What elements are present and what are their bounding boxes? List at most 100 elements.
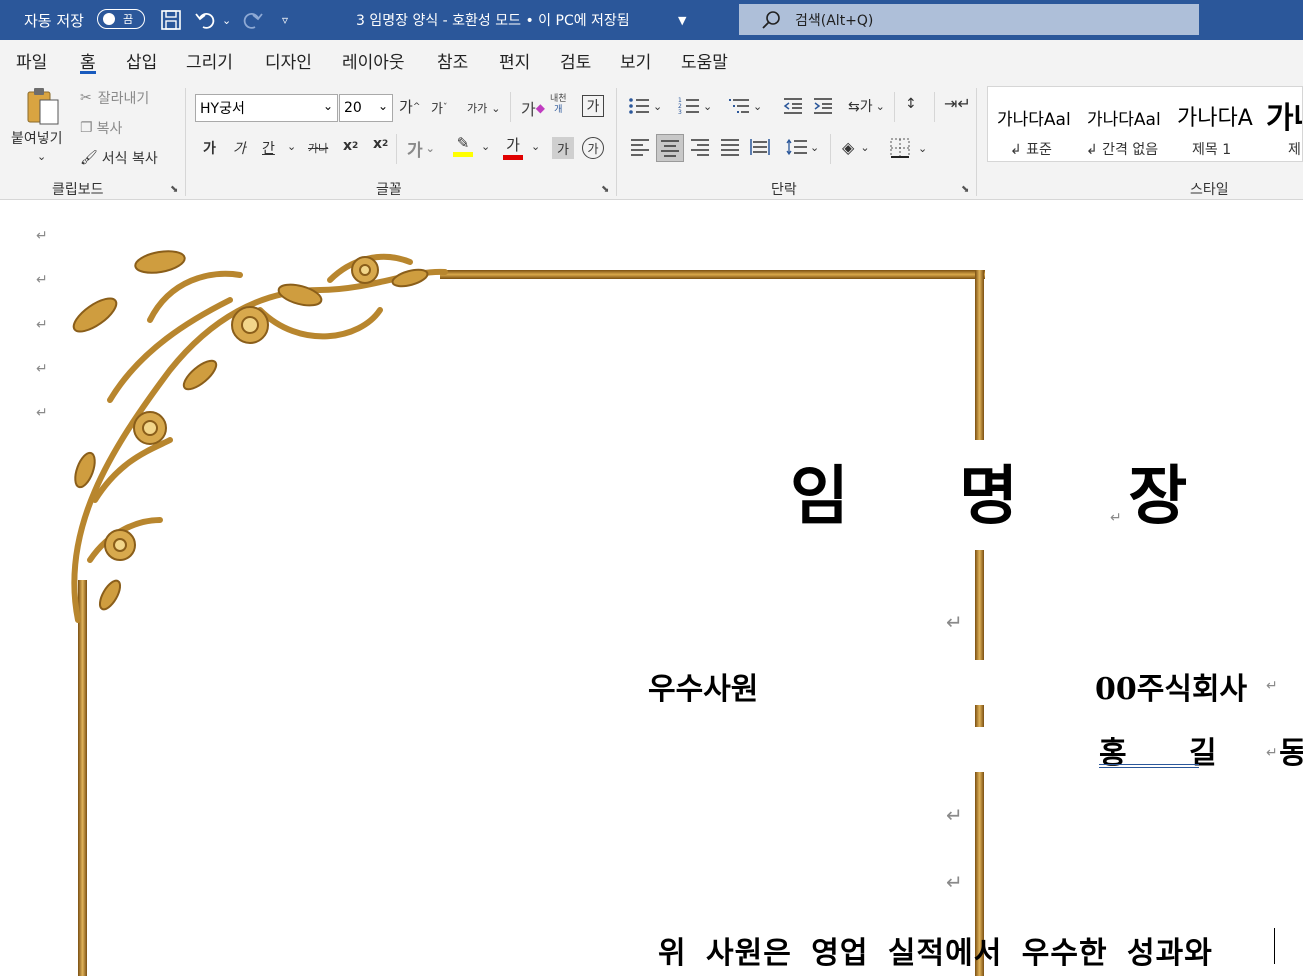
style-no-spacing[interactable]: 가나다Aal ↲ 간격 없음 bbox=[1078, 87, 1168, 161]
paragraph-mark-icon: ↵ bbox=[946, 803, 963, 827]
decrease-indent-icon[interactable] bbox=[782, 96, 804, 116]
proofing-underline bbox=[1099, 764, 1199, 765]
paragraph-mark-icon: ↵ bbox=[946, 870, 963, 894]
paste-button[interactable]: 붙여넣기 bbox=[11, 128, 63, 148]
chevron-down-icon: ⌄ bbox=[703, 99, 713, 113]
strikethrough-button[interactable]: 가나 bbox=[308, 140, 328, 156]
redo-icon[interactable] bbox=[240, 0, 264, 40]
format-painter-button[interactable]: 🖌 서식 복사 bbox=[80, 148, 158, 168]
tab-layout[interactable]: 레이아웃 bbox=[342, 48, 405, 74]
styles-gallery: 가나다Aal ↲ 표준 가나다Aal ↲ 간격 없음 가나다A 제목 1 가나 … bbox=[987, 86, 1303, 162]
tab-help[interactable]: 도움말 bbox=[681, 48, 728, 74]
text-cursor bbox=[1274, 928, 1275, 964]
undo-dropdown-icon[interactable]: ⌄ bbox=[222, 0, 231, 40]
paste-dropdown-icon[interactable]: ⌄ bbox=[37, 150, 46, 163]
grow-font-button[interactable]: 가 ^ bbox=[399, 96, 420, 117]
character-border-button[interactable]: 가 bbox=[582, 95, 604, 117]
tab-draw[interactable]: 그리기 bbox=[186, 48, 233, 74]
asian-layout-button[interactable]: ⇆가 ⌄ bbox=[848, 96, 885, 116]
undo-icon[interactable] bbox=[194, 0, 218, 40]
subscript-button[interactable]: x2 bbox=[343, 138, 358, 154]
document-title: 3 임명장 양식 - 호환성 모드 • 이 PC에 저장됨 bbox=[356, 13, 630, 29]
font-color-dropdown-icon[interactable]: ⌄ bbox=[531, 140, 540, 153]
separator bbox=[976, 88, 977, 196]
search-placeholder: 검색(Alt+Q) bbox=[795, 12, 874, 29]
show-paragraph-marks-icon[interactable]: ⇥↵ bbox=[944, 94, 971, 113]
align-left-icon[interactable] bbox=[630, 138, 650, 156]
eraser-icon: ◆ bbox=[535, 101, 545, 115]
chevron-down-icon: ⌄ bbox=[810, 140, 820, 154]
svg-text:3: 3 bbox=[678, 109, 682, 116]
paste-icon[interactable] bbox=[22, 86, 62, 128]
title-dropdown-icon[interactable]: ▼ bbox=[678, 0, 686, 40]
copy-button[interactable]: ❐ 복사 bbox=[80, 118, 122, 138]
paintbrush-icon: 🖌 bbox=[80, 150, 98, 166]
proofing-underline bbox=[1099, 767, 1199, 768]
enclose-characters-button[interactable]: 가 bbox=[582, 137, 604, 159]
character-shading-button[interactable]: 가 bbox=[552, 137, 574, 159]
line-spacing-button[interactable]: ⌄ bbox=[786, 138, 819, 156]
shading-button[interactable]: ◈ ⌄ bbox=[842, 138, 870, 157]
tab-references[interactable]: 참조 bbox=[437, 48, 468, 74]
tab-design[interactable]: 디자인 bbox=[265, 48, 312, 74]
bullets-button[interactable]: ⌄ bbox=[628, 96, 662, 116]
superscript-button[interactable]: x2 bbox=[373, 136, 388, 152]
underline-button[interactable]: 간 bbox=[262, 138, 275, 158]
style-heading-1[interactable]: 가나다A 제목 1 bbox=[1168, 87, 1258, 161]
search-icon bbox=[761, 10, 781, 30]
font-size-select[interactable]: 20 ⌄ bbox=[339, 94, 393, 122]
bold-button[interactable]: 가 bbox=[203, 138, 216, 158]
style-normal[interactable]: 가나다Aal ↲ 표준 bbox=[988, 87, 1078, 161]
justify-icon[interactable] bbox=[720, 138, 740, 156]
align-right-icon[interactable] bbox=[690, 138, 710, 156]
customize-toolbar-icon[interactable]: ▿ bbox=[282, 0, 288, 40]
highlight-dropdown-icon[interactable]: ⌄ bbox=[481, 140, 490, 153]
highlight-button[interactable]: ✎ bbox=[453, 134, 473, 157]
font-name-select[interactable]: HY궁서 ⌄ bbox=[195, 94, 338, 122]
font-color-button[interactable]: 가 bbox=[503, 134, 523, 160]
search-box[interactable]: 검색(Alt+Q) bbox=[739, 4, 1199, 35]
separator bbox=[185, 88, 186, 196]
align-center-icon[interactable] bbox=[656, 134, 684, 162]
sort-icon[interactable]: ↕ bbox=[905, 96, 917, 112]
chevron-down-icon: ⌄ bbox=[491, 101, 501, 115]
paragraph-mark-icon: ↵ bbox=[1266, 745, 1278, 761]
title-bar: 자동 저장 끔 ⌄ ▿ 3 임명장 양식 - 호환성 모드 • 이 PC에 저장… bbox=[0, 0, 1303, 40]
copy-icon: ❐ bbox=[80, 120, 93, 136]
shrink-font-button[interactable]: 가ˇ bbox=[431, 98, 447, 117]
style-title[interactable]: 가나 제 bbox=[1258, 87, 1302, 161]
italic-button[interactable]: 가 bbox=[233, 138, 246, 158]
tab-review[interactable]: 검토 bbox=[560, 48, 591, 74]
document-area[interactable]: ↵ ↵ ↵ ↵ ↵ 임 명 장 ↵ ↵ 우수사원 00주식회사 ↵ 홍 길 ↵ … bbox=[0, 200, 1303, 976]
distributed-icon[interactable] bbox=[750, 138, 770, 156]
underline-dropdown-icon[interactable]: ⌄ bbox=[287, 140, 296, 153]
clipboard-launcher-icon[interactable]: ⬊ bbox=[170, 184, 178, 195]
text-effects-button[interactable]: 가 ⌄ bbox=[407, 136, 435, 161]
borders-button[interactable]: ⌄ bbox=[890, 138, 927, 158]
paragraph-mark-icon: ↵ bbox=[946, 610, 963, 634]
tab-mailings[interactable]: 편지 bbox=[499, 48, 530, 74]
font-color-swatch bbox=[503, 155, 523, 160]
clipboard-group-label: 클립보드 bbox=[52, 182, 104, 198]
autosave-toggle[interactable]: 끔 bbox=[97, 9, 145, 29]
tab-file[interactable]: 파일 bbox=[16, 48, 47, 74]
tab-view[interactable]: 보기 bbox=[620, 48, 651, 74]
gold-frame bbox=[71, 250, 985, 976]
numbering-button[interactable]: 123 ⌄ bbox=[678, 96, 712, 116]
change-case-button[interactable]: 가가 ⌄ bbox=[467, 100, 500, 116]
separator bbox=[616, 88, 617, 196]
enclose-chars-button[interactable]: 내천 개 bbox=[550, 94, 567, 116]
ribbon: 붙여넣기 ⌄ ✂ 잘라내기 ❐ 복사 🖌 서식 복사 클립보드 ⬊ HY궁서 ⌄ 20 ⌄… bbox=[0, 82, 1303, 200]
multilevel-list-button[interactable]: ⌄ bbox=[728, 96, 762, 116]
save-icon[interactable] bbox=[160, 0, 182, 40]
font-launcher-icon[interactable]: ⬊ bbox=[601, 184, 609, 195]
cut-button[interactable]: ✂ 잘라내기 bbox=[80, 88, 149, 108]
body-text: 위 사원은 영업 실적에서 우수한 성과와 bbox=[658, 936, 1213, 971]
clear-formatting-button[interactable]: 가 ◆ bbox=[521, 96, 545, 120]
chevron-down-icon: ⌄ bbox=[860, 141, 870, 154]
tab-home[interactable]: 홈 bbox=[80, 48, 96, 74]
tab-insert[interactable]: 삽입 bbox=[126, 48, 157, 74]
increase-indent-icon[interactable] bbox=[812, 96, 834, 116]
separator bbox=[894, 92, 895, 122]
paragraph-launcher-icon[interactable]: ⬊ bbox=[961, 184, 969, 195]
